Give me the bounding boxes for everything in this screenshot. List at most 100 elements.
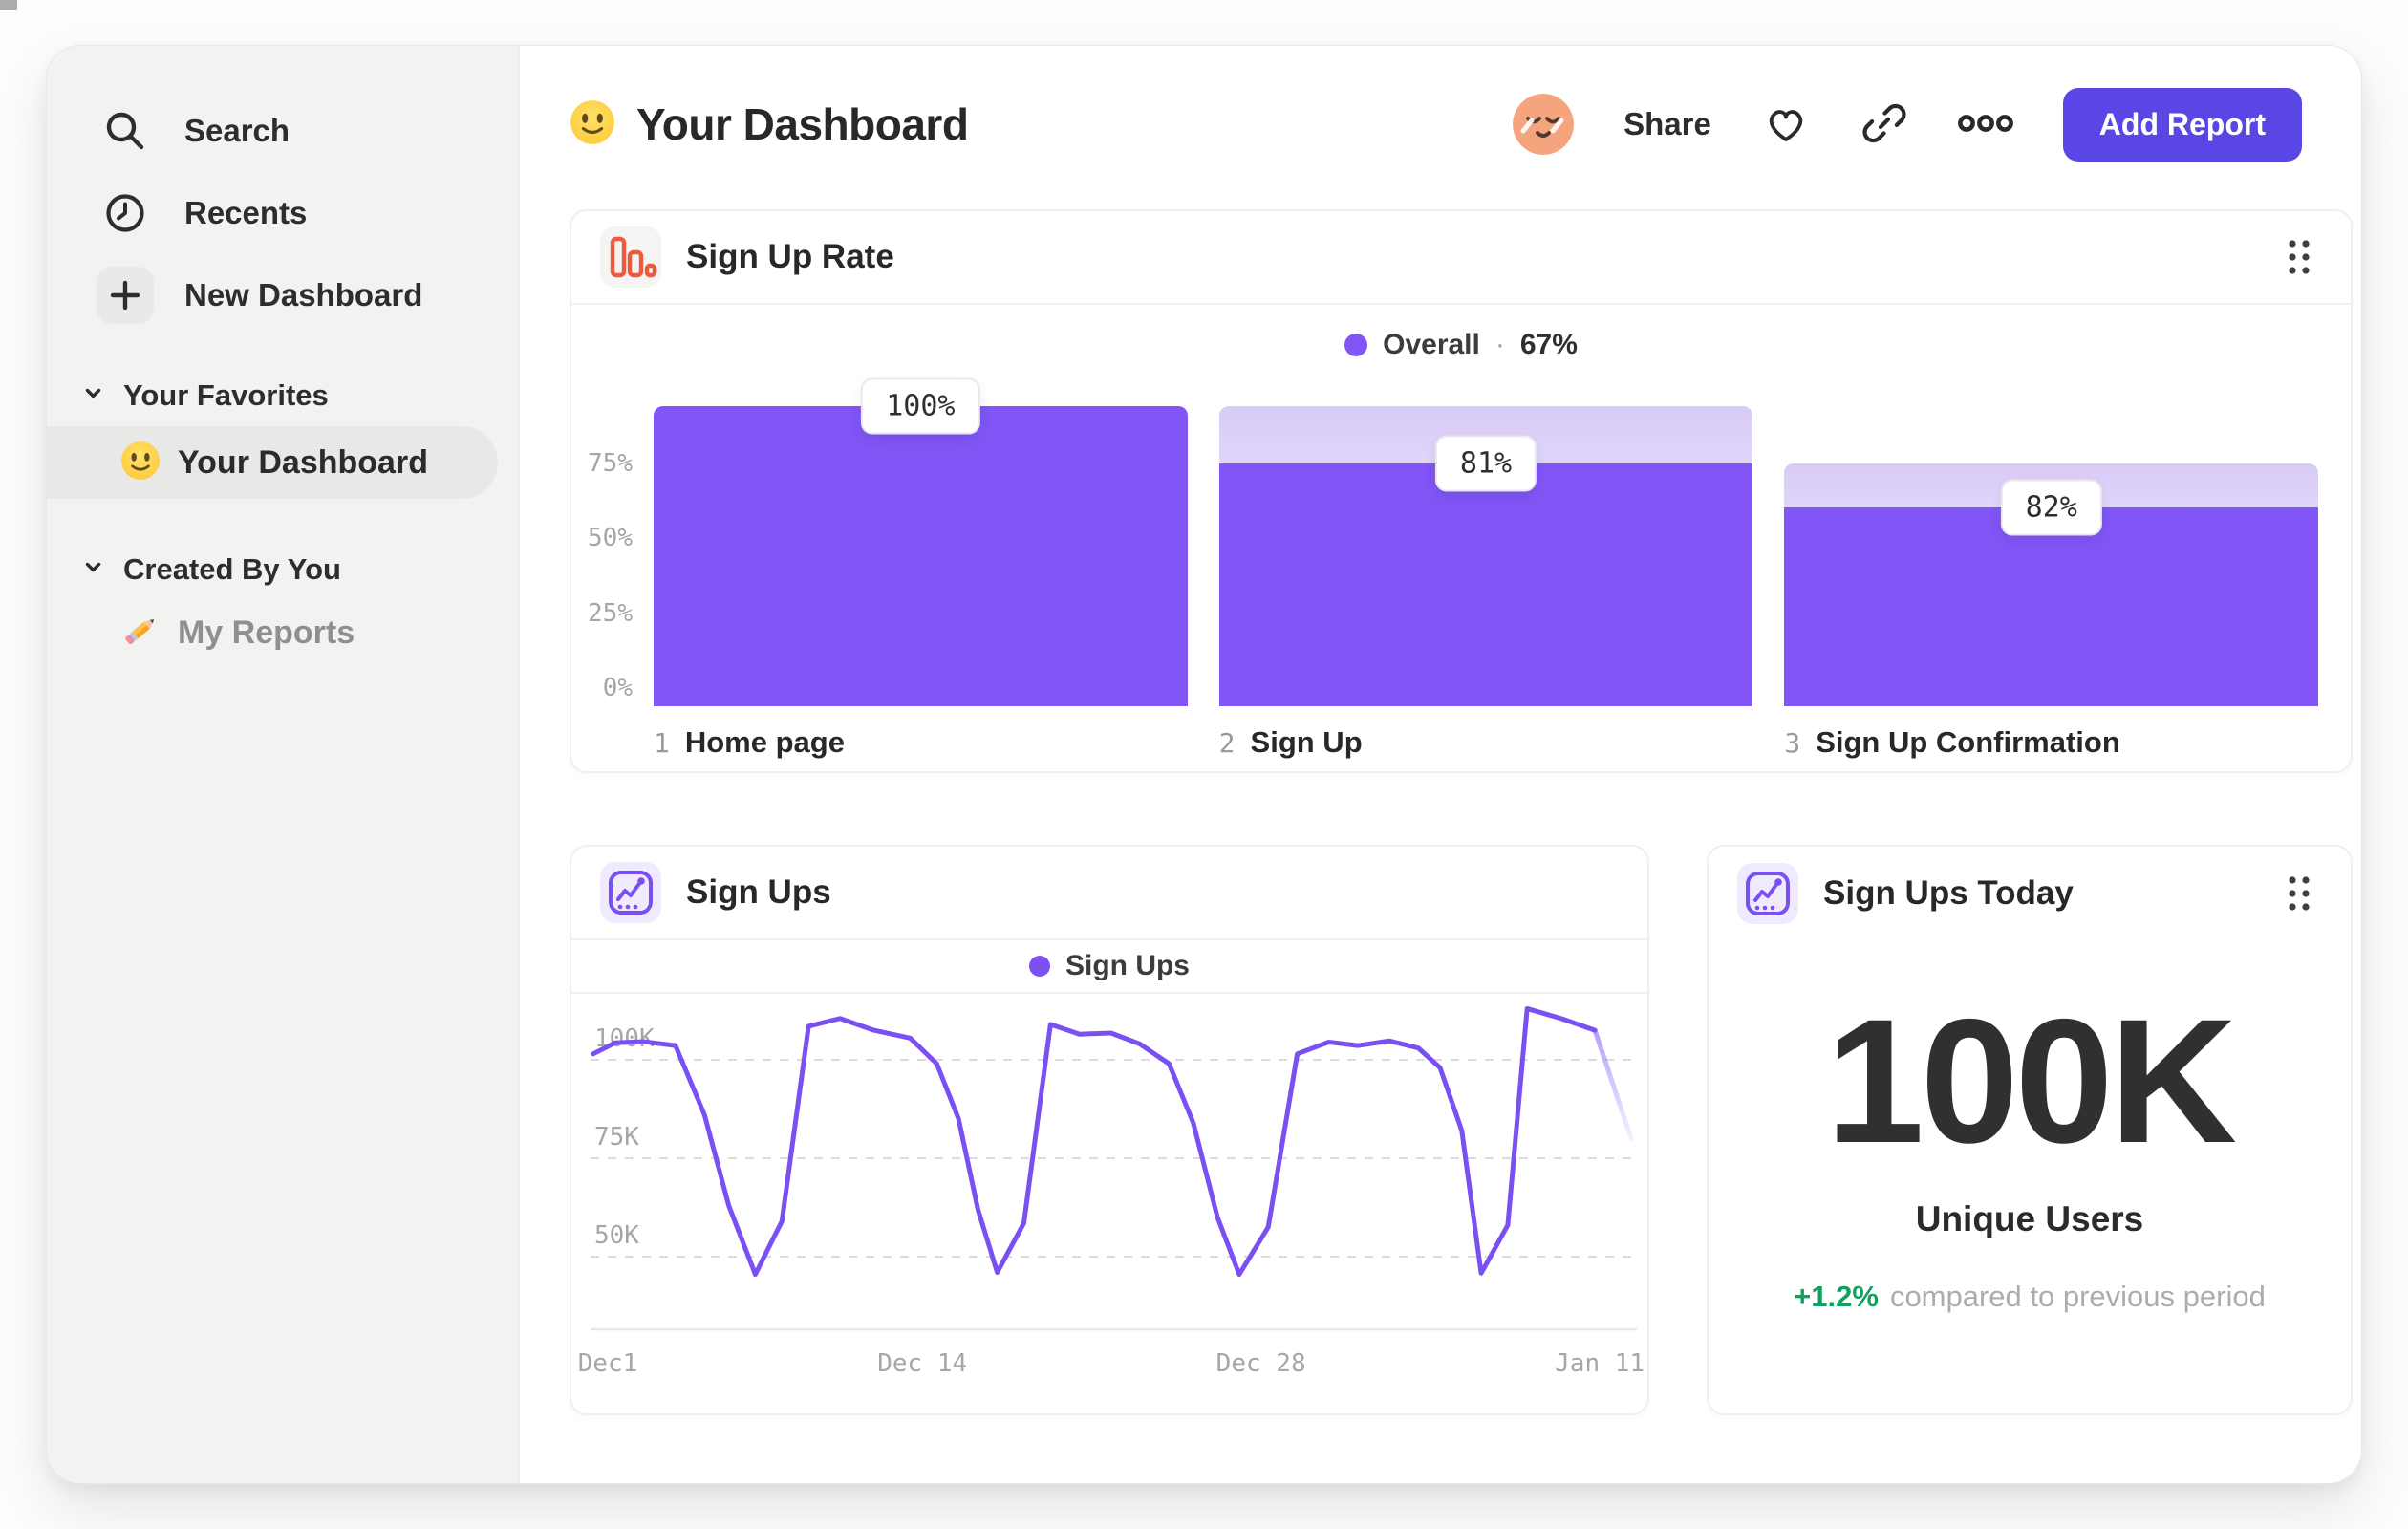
legend-label: Sign Ups bbox=[1064, 950, 1190, 981]
svg-text:Jan 11: Jan 11 bbox=[1555, 1349, 1645, 1378]
copy-link-button[interactable] bbox=[1860, 99, 1908, 150]
metric-delta-row: +1.2% compared to previous period bbox=[1794, 1280, 2266, 1314]
metric-value: 100K bbox=[1825, 983, 2237, 1180]
funnel-bar-fill bbox=[1218, 463, 1753, 706]
screenshot-corner-artifact bbox=[0, 0, 17, 10]
favorite-heart-button[interactable] bbox=[1761, 99, 1811, 150]
funnel-legend[interactable]: Overall · 67% bbox=[571, 305, 2351, 385]
search-icon bbox=[97, 102, 154, 160]
sidebar-item-search[interactable]: Search bbox=[47, 101, 519, 161]
sidebar-item-label: Your Dashboard bbox=[178, 443, 428, 481]
more-options-button[interactable] bbox=[1957, 113, 2013, 137]
legend-dot bbox=[1344, 334, 1368, 356]
bar-chart-icon bbox=[600, 226, 661, 288]
funnel-step: 100% 1 Home page bbox=[654, 377, 1188, 760]
card-header: Sign Ups bbox=[571, 847, 1647, 940]
legend-dot bbox=[1028, 956, 1050, 977]
funnel-step: 82% 3 Sign Up Confirmation bbox=[1784, 406, 2319, 760]
share-button[interactable]: Share bbox=[1623, 106, 1711, 142]
heart-icon bbox=[1761, 99, 1811, 150]
avatar[interactable] bbox=[1513, 94, 1575, 155]
drag-handle-icon[interactable] bbox=[2286, 237, 2312, 277]
legend-separator: · bbox=[1494, 329, 1505, 360]
funnel-step: 81% 2 Sign Up bbox=[1218, 406, 1753, 760]
chevron-down-icon bbox=[82, 556, 104, 583]
drag-handle-icon[interactable] bbox=[2286, 873, 2312, 914]
funnel-y-tick: 75% bbox=[588, 448, 633, 478]
section-title: Created By You bbox=[123, 552, 341, 586]
funnel-step-name: Home page bbox=[684, 725, 845, 759]
line-chart-icon bbox=[1737, 863, 1798, 924]
sidebar-item-my-reports[interactable]: My Reports bbox=[47, 604, 519, 661]
metric-body: 100K Unique Users +1.2% compared to previ… bbox=[1709, 994, 2351, 1314]
line-chart-icon bbox=[600, 862, 661, 923]
funnel-step-label: 1 Home page bbox=[654, 725, 1188, 760]
funnel-tooltip: 81% bbox=[1434, 435, 1537, 492]
funnel-step-label: 2 Sign Up bbox=[1219, 725, 1753, 760]
plus-icon bbox=[97, 267, 154, 324]
svg-text:Dec1: Dec1 bbox=[578, 1349, 638, 1378]
funnel-y-axis: 0% 25% 50% 75% bbox=[571, 406, 642, 706]
funnel-tooltip: 82% bbox=[2000, 479, 2102, 535]
page-title: Your Dashboard bbox=[636, 99, 969, 149]
header-actions: Share Add Report bbox=[1513, 87, 2302, 162]
sign-up-rate-card: Sign Up Rate Overall · 67% 0% 25% 50% 75% 1… bbox=[570, 209, 2353, 773]
pencil-emoji-icon bbox=[120, 611, 161, 656]
app-window: Search Recents New Dashboard Your Favori… bbox=[46, 45, 2362, 1484]
add-report-button[interactable]: Add Report bbox=[2062, 87, 2302, 162]
main-content: Your Dashboard Share Add Report Sign Up … bbox=[520, 46, 2361, 1483]
sidebar: Search Recents New Dashboard Your Favori… bbox=[47, 46, 520, 1483]
funnel-y-tick: 50% bbox=[588, 524, 633, 552]
page-header: Your Dashboard Share Add Report bbox=[570, 84, 2302, 164]
metric-delta-note: compared to previous period bbox=[1889, 1280, 2266, 1313]
clock-icon bbox=[97, 184, 154, 242]
link-icon bbox=[1860, 99, 1908, 150]
metric-delta: +1.2% bbox=[1794, 1280, 1879, 1313]
sidebar-item-label: Recents bbox=[184, 195, 308, 230]
legend-label: Overall bbox=[1383, 329, 1480, 360]
sign-ups-today-card: Sign Ups Today 100K Unique Users +1.2% co… bbox=[1707, 845, 2353, 1415]
funnel-step-number: 2 bbox=[1218, 727, 1236, 759]
chevron-down-icon bbox=[82, 382, 104, 409]
funnel-step-label: 3 Sign Up Confirmation bbox=[1784, 725, 2318, 760]
funnel-step-name: Sign Up Confirmation bbox=[1816, 725, 2120, 759]
funnel-step-number: 3 bbox=[1784, 727, 1801, 759]
svg-text:Dec 28: Dec 28 bbox=[1216, 1349, 1306, 1378]
funnel-bar[interactable]: 82% bbox=[1784, 406, 2319, 706]
sidebar-section-created-by-you[interactable]: Created By You bbox=[82, 552, 519, 587]
sidebar-item-label: New Dashboard bbox=[184, 277, 423, 312]
funnel-y-tick: 0% bbox=[602, 674, 633, 702]
sidebar-item-new-dashboard[interactable]: New Dashboard bbox=[47, 266, 519, 325]
funnel-plot: 0% 25% 50% 75% 100% 1 Home page 81% 2 Sign Up 82%… bbox=[571, 377, 2319, 760]
legend-value: 67% bbox=[1519, 329, 1578, 360]
card-title: Sign Ups Today bbox=[1823, 874, 2074, 912]
screen: { "colors": { "funnel_bar": "#8155F6", "… bbox=[0, 0, 2408, 1529]
funnel-tooltip: 100% bbox=[861, 377, 980, 435]
line-legend[interactable]: Sign Ups bbox=[571, 940, 1647, 994]
svg-text:50K: 50K bbox=[594, 1221, 639, 1250]
sidebar-item-label: My Reports bbox=[178, 614, 355, 651]
funnel-step-name: Sign Up bbox=[1250, 725, 1363, 759]
funnel-steps: 100% 1 Home page 81% 2 Sign Up 82% 3 Sign Up Con… bbox=[654, 377, 2319, 760]
sidebar-section-your-favorites[interactable]: Your Favorites bbox=[82, 378, 519, 413]
sign-ups-card: Sign Ups Sign Ups 100K 75K 50K Dec1 Dec 14 De… bbox=[570, 845, 1649, 1415]
funnel-step-number: 1 bbox=[654, 727, 670, 759]
sidebar-item-your-dashboard[interactable]: Your Dashboard bbox=[47, 426, 498, 499]
funnel-bar[interactable]: 81% bbox=[1218, 406, 1753, 706]
sidebar-item-recents[interactable]: Recents bbox=[47, 183, 519, 243]
funnel-y-tick: 25% bbox=[588, 598, 633, 628]
smiley-emoji-icon bbox=[120, 441, 161, 485]
more-icon bbox=[1957, 113, 2013, 137]
sidebar-item-label: Search bbox=[184, 113, 290, 148]
funnel-bar-fill bbox=[654, 406, 1188, 706]
funnel-bar[interactable]: 100% bbox=[654, 377, 1188, 706]
line-chart[interactable]: 100K75K50KDec1 Dec 14 Dec 28 Jan 11 bbox=[578, 990, 1645, 1391]
page-title-group: Your Dashboard bbox=[570, 98, 969, 150]
smiley-emoji-icon bbox=[570, 99, 615, 150]
card-title: Sign Up Rate bbox=[686, 238, 894, 275]
card-title: Sign Ups bbox=[686, 873, 831, 911]
funnel-bar-fill bbox=[1784, 506, 2319, 706]
card-header: Sign Ups Today bbox=[1709, 847, 2351, 940]
metric-label: Unique Users bbox=[1915, 1199, 2144, 1238]
section-title: Your Favorites bbox=[123, 378, 329, 412]
